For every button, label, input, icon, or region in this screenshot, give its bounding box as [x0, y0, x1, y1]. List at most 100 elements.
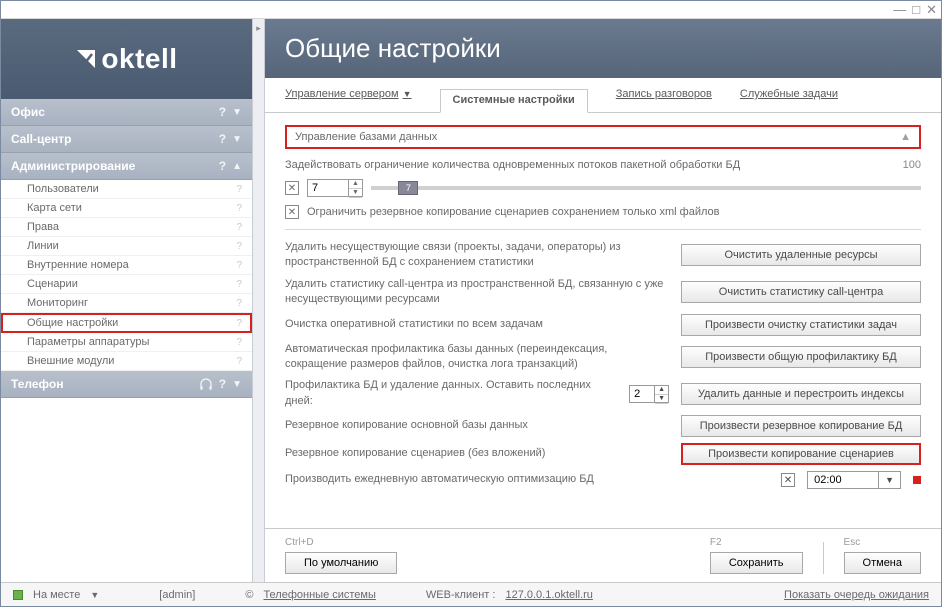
default-button[interactable]: По умолчанию: [285, 552, 397, 574]
spin-up-icon[interactable]: ▲: [655, 386, 668, 395]
help-icon[interactable]: ?: [219, 377, 226, 391]
backup-main-desc: Резервное копирование основной базы данн…: [285, 418, 669, 433]
spin-down-icon[interactable]: ▼: [655, 395, 668, 404]
dropdown-icon[interactable]: ▼: [878, 472, 900, 488]
spin-down-icon[interactable]: ▼: [349, 189, 362, 198]
help-icon[interactable]: ?: [236, 279, 242, 290]
maximize-icon[interactable]: □: [912, 2, 920, 17]
save-button[interactable]: Сохранить: [710, 552, 803, 574]
backup-db-button[interactable]: Произвести резервное копирование БД: [681, 415, 921, 437]
help-icon[interactable]: ?: [236, 298, 242, 309]
sidebar-cat-callcenter[interactable]: Call-центр ?▼: [1, 126, 252, 153]
limit-input[interactable]: [308, 180, 348, 196]
clean-task-stats-button[interactable]: Произвести очистку статистики задач: [681, 314, 921, 336]
sidebar-cat-office[interactable]: Офис ?▼: [1, 99, 252, 126]
logo-icon: [75, 48, 97, 70]
logo-text: oktell: [101, 43, 177, 75]
headset-icon: [199, 378, 213, 390]
help-icon[interactable]: ?: [219, 105, 226, 119]
marker-icon: [913, 476, 921, 484]
help-icon[interactable]: ?: [236, 318, 242, 329]
section-header[interactable]: Управление базами данных ▲: [285, 125, 921, 149]
daily-opt-time-input[interactable]: [808, 472, 878, 488]
bottom-bar: Ctrl+D По умолчанию F2 Сохранить Esc Отм…: [265, 528, 941, 582]
presence-dropdown-icon[interactable]: ▼: [90, 590, 99, 600]
sidebar-item-внешние-модули[interactable]: Внешние модули?: [1, 352, 252, 371]
section-title: Управление базами данных: [295, 131, 437, 143]
page-title: Общие настройки: [285, 33, 921, 64]
titlebar: — □ ✕: [1, 1, 941, 19]
sidebar-item-сценарии[interactable]: Сценарии?: [1, 275, 252, 294]
sidebar-item-карта-сети[interactable]: Карта сети?: [1, 199, 252, 218]
limit-checkbox[interactable]: ✕: [285, 181, 299, 195]
close-icon[interactable]: ✕: [926, 2, 937, 18]
sidebar-item-мониторинг[interactable]: Мониторинг?: [1, 294, 252, 313]
sidebar-item-пользователи[interactable]: Пользователи?: [1, 180, 252, 199]
delete-links-desc: Удалить несуществующие связи (проекты, з…: [285, 240, 669, 271]
sidebar-item-label: Карта сети: [27, 202, 82, 214]
chevron-up-icon: ▲: [232, 161, 242, 172]
chevron-down-icon: ▼: [232, 379, 242, 390]
sidebar: oktell Офис ?▼ Call-центр ?▼ Администрир…: [1, 19, 253, 582]
show-queue-link[interactable]: Показать очередь ожидания: [784, 589, 929, 601]
help-icon[interactable]: ?: [236, 184, 242, 195]
tab-call-recording[interactable]: Запись разговоров: [616, 88, 712, 112]
help-icon[interactable]: ?: [236, 203, 242, 214]
sidebar-item-label: Внутренние номера: [27, 259, 129, 271]
daily-opt-checkbox[interactable]: ✕: [781, 473, 795, 487]
limit-slider[interactable]: 7: [371, 186, 921, 190]
collapse-icon: ▲: [900, 131, 911, 143]
sidebar-item-линии[interactable]: Линии?: [1, 237, 252, 256]
chevron-down-icon: ▼: [403, 89, 412, 99]
minimize-icon[interactable]: —: [893, 2, 906, 17]
tab-system-settings[interactable]: Системные настройки: [440, 89, 588, 113]
slider-thumb[interactable]: 7: [398, 181, 418, 195]
daily-opt-desc: Производить ежедневную автоматическую оп…: [285, 472, 769, 487]
page-header: Общие настройки: [265, 19, 941, 78]
sidebar-item-label: Пользователи: [27, 183, 99, 195]
xml-label: Ограничить резервное копирование сценари…: [307, 206, 720, 218]
sidebar-cat-admin[interactable]: Администрирование ?▲: [1, 153, 252, 180]
sidebar-collapse-handle[interactable]: ▸: [253, 19, 265, 582]
sidebar-item-общие-настройки[interactable]: Общие настройки?: [1, 313, 252, 333]
limit-spinner[interactable]: ▲▼: [307, 179, 363, 197]
help-icon[interactable]: ?: [236, 337, 242, 348]
tab-server-mgmt[interactable]: Управление сервером▼: [285, 88, 412, 112]
tab-service-tasks[interactable]: Служебные задачи: [740, 88, 838, 112]
help-icon[interactable]: ?: [219, 159, 226, 173]
logo-area: oktell: [1, 19, 252, 99]
cancel-key-label: Esc: [844, 537, 921, 548]
save-key-label: F2: [710, 537, 803, 548]
spin-up-icon[interactable]: ▲: [349, 180, 362, 189]
help-icon[interactable]: ?: [236, 260, 242, 271]
clean-stats-desc: Очистка оперативной статистики по всем з…: [285, 317, 669, 332]
limit-max: 100: [903, 159, 921, 171]
keep-days-input[interactable]: [630, 386, 654, 402]
daily-opt-time[interactable]: ▼: [807, 471, 901, 489]
web-client-label: WEB-клиент :: [426, 589, 496, 601]
web-client-link[interactable]: 127.0.0.1.oktell.ru: [505, 589, 592, 601]
help-icon[interactable]: ?: [219, 132, 226, 146]
help-icon[interactable]: ?: [236, 222, 242, 233]
rebuild-index-button[interactable]: Удалить данные и перестроить индексы: [681, 383, 921, 405]
clear-cc-stats-button[interactable]: Очистить статистику call-центра: [681, 281, 921, 303]
sidebar-item-внутренние-номера[interactable]: Внутренние номера?: [1, 256, 252, 275]
copy-scenarios-button[interactable]: Произвести копирование сценариев: [681, 443, 921, 465]
user-label: [admin]: [159, 589, 195, 601]
help-icon[interactable]: ?: [236, 356, 242, 367]
clear-deleted-button[interactable]: Очистить удаленные ресурсы: [681, 244, 921, 266]
content: Управление базами данных ▲ Задействовать…: [265, 113, 941, 528]
logo: oktell: [75, 43, 177, 75]
sidebar-item-label: Общие настройки: [27, 317, 118, 329]
sidebar-item-параметры-аппаратуры[interactable]: Параметры аппаратуры?: [1, 333, 252, 352]
sidebar-cat-phone[interactable]: Телефон ? ▼: [1, 371, 252, 398]
xml-checkbox[interactable]: ✕: [285, 205, 299, 219]
help-icon[interactable]: ?: [236, 241, 242, 252]
company-link[interactable]: Телефонные системы: [263, 589, 375, 601]
app-window: — □ ✕ oktell Офис ?▼ Call-центр ?▼: [0, 0, 942, 607]
db-maintenance-button[interactable]: Произвести общую профилактику БД: [681, 346, 921, 368]
sidebar-item-права[interactable]: Права?: [1, 218, 252, 237]
keep-days-spinner[interactable]: ▲▼: [629, 385, 669, 403]
auto-maint-desc: Автоматическая профилактика базы данных …: [285, 342, 669, 373]
cancel-button[interactable]: Отмена: [844, 552, 921, 574]
